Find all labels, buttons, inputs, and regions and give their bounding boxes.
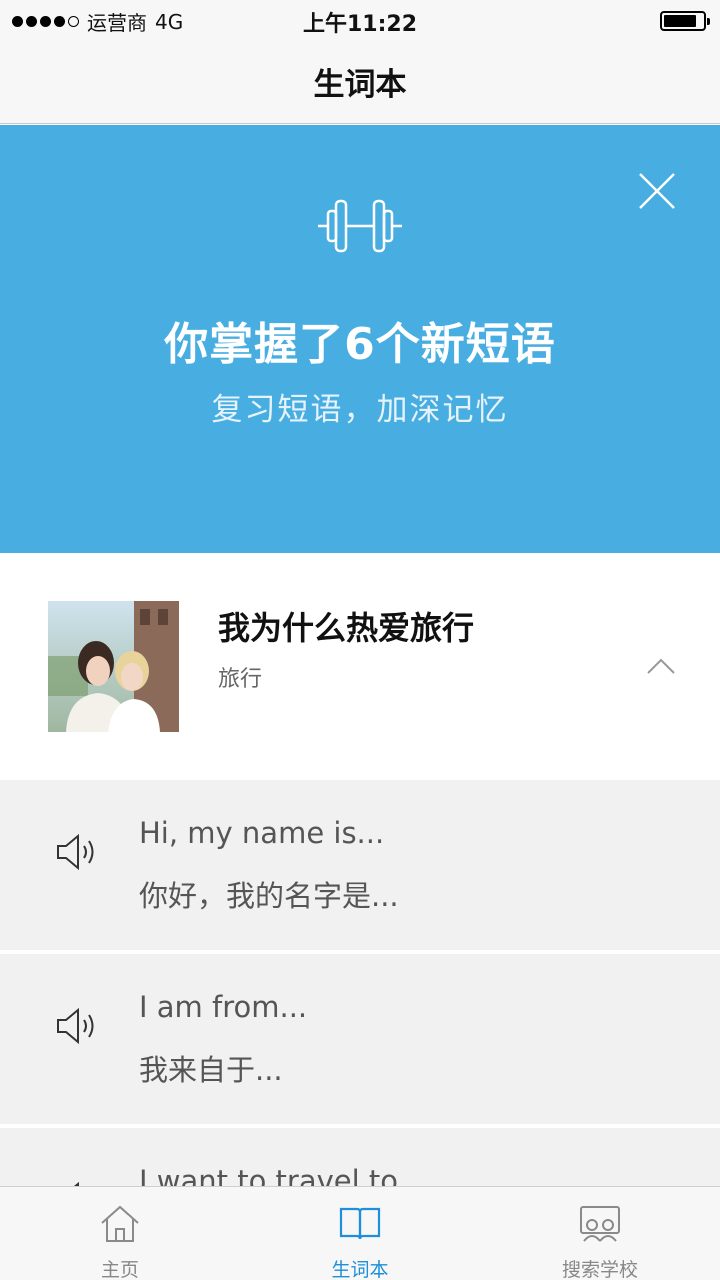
lesson-category: 旅行 bbox=[218, 667, 263, 692]
speaker-icon[interactable] bbox=[54, 1006, 102, 1046]
banner-subtitle: 复习短语，加深记忆 bbox=[211, 392, 509, 428]
tab-home-label: 主页 bbox=[100, 1259, 139, 1280]
page-title: 生词本 bbox=[313, 67, 407, 103]
tab-home[interactable]: 主页 bbox=[0, 1187, 240, 1280]
banner-title: 你掌握了6个新短语 bbox=[164, 319, 556, 370]
school-icon bbox=[580, 1206, 620, 1242]
phrase-row[interactable]: I want to travel to... bbox=[0, 1128, 720, 1186]
phrase-english: I am from... bbox=[139, 990, 308, 1024]
speaker-icon[interactable] bbox=[54, 832, 102, 872]
phrase-english: Hi, my name is... bbox=[139, 816, 385, 850]
phrase-row[interactable]: I am from... 我来自于... bbox=[0, 954, 720, 1124]
nav-bar: 生词本 bbox=[0, 40, 720, 124]
tab-vocabulary[interactable]: 生词本 bbox=[240, 1187, 480, 1280]
phrase-row[interactable]: Hi, my name is... 你好，我的名字是... bbox=[0, 780, 720, 950]
status-bar: 运营商 4G 上午11:22 bbox=[0, 0, 720, 40]
tab-bar: 主页 生词本 搜索学校 bbox=[0, 1186, 720, 1280]
home-icon bbox=[101, 1205, 139, 1242]
close-icon[interactable] bbox=[636, 170, 678, 212]
status-time: 上午11:22 bbox=[302, 12, 418, 37]
battery-level bbox=[664, 15, 697, 27]
phrase-english: I want to travel to... bbox=[139, 1164, 426, 1186]
lesson-card[interactable]: 我为什么热爱旅行 旅行 bbox=[0, 553, 720, 780]
chevron-up-icon[interactable] bbox=[646, 657, 676, 675]
tab-vocabulary-label: 生词本 bbox=[331, 1259, 389, 1280]
book-icon bbox=[339, 1207, 381, 1240]
phrase-chinese: 我来自于... bbox=[139, 1053, 283, 1087]
phrase-chinese: 你好，我的名字是... bbox=[139, 879, 399, 913]
tab-search-school[interactable]: 搜索学校 bbox=[480, 1187, 720, 1280]
lesson-title: 我为什么热爱旅行 bbox=[218, 609, 475, 647]
battery-icon bbox=[660, 11, 710, 31]
dumbbell-icon bbox=[318, 199, 402, 253]
tab-search-school-label: 搜索学校 bbox=[561, 1259, 638, 1280]
lesson-thumbnail bbox=[48, 601, 179, 732]
